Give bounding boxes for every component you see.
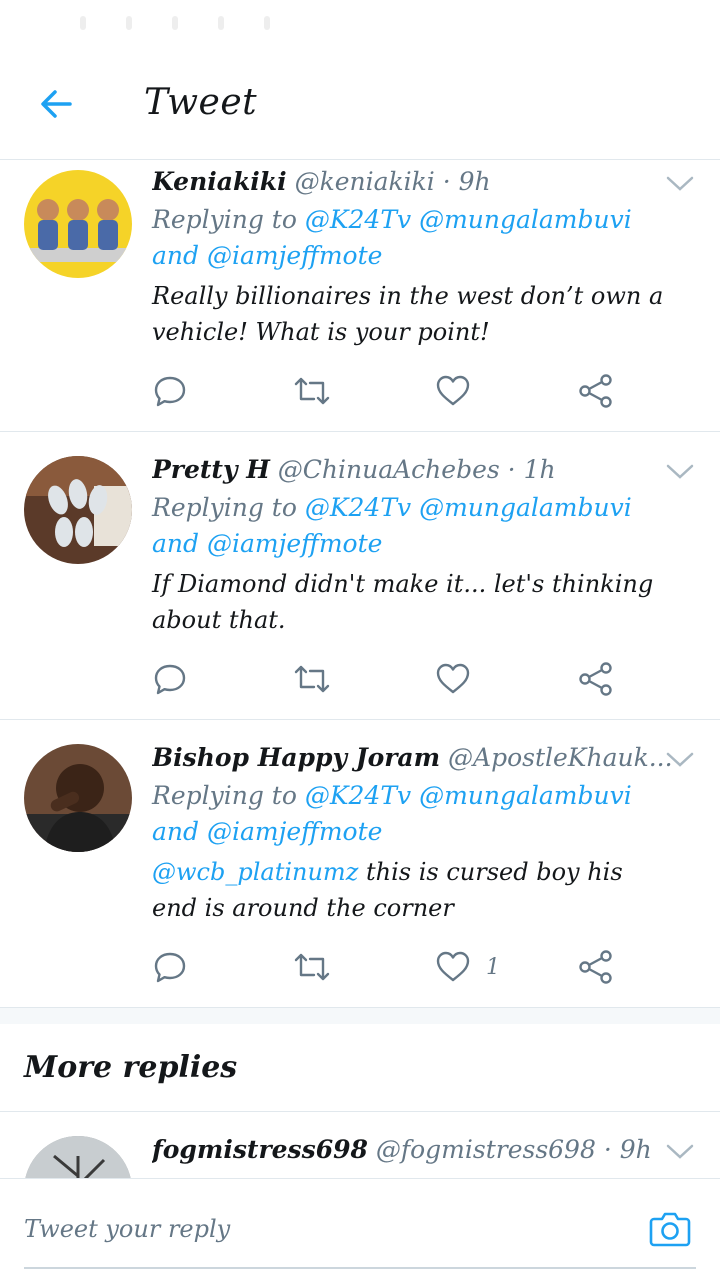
share-icon bbox=[579, 374, 612, 408]
avatar[interactable] bbox=[24, 744, 132, 852]
tweet-item[interactable]: fogmistress698 @fogmistress698 · 9h bbox=[0, 1112, 720, 1178]
share-button[interactable] bbox=[576, 368, 616, 414]
like-icon bbox=[436, 663, 470, 694]
retweet-icon bbox=[294, 953, 330, 981]
author-handle[interactable]: @fogmistress698 bbox=[376, 1135, 596, 1164]
reply-button[interactable] bbox=[152, 944, 188, 990]
tweet-body: Pretty H @ChinuaAchebes · 1h Replying to… bbox=[152, 452, 672, 638]
tweet-text: Really billionaires in the west don’t ow… bbox=[152, 282, 664, 346]
tweet-header: fogmistress698 @fogmistress698 · 9h bbox=[152, 1135, 652, 1164]
avatar[interactable] bbox=[24, 456, 132, 564]
author-handle[interactable]: @keniakiki bbox=[295, 167, 435, 196]
tweet-item[interactable]: Bishop Happy Joram @ApostleKhauk... · 9h… bbox=[0, 720, 720, 1008]
tweet-text: @wcb_platinumz this is cursed boy his en… bbox=[152, 858, 623, 922]
retweet-button[interactable] bbox=[292, 368, 332, 414]
mention-link[interactable]: @K24Tv bbox=[305, 493, 411, 522]
tweet-header: Pretty H @ChinuaAchebes · 1h bbox=[152, 455, 556, 484]
retweet-button[interactable] bbox=[292, 944, 332, 990]
tweet-time: 9h bbox=[458, 167, 491, 196]
retweet-icon bbox=[294, 665, 330, 693]
tweet-item[interactable]: Keniakiki @keniakiki · 9h Replying to @K… bbox=[0, 160, 720, 432]
mention-link[interactable]: @wcb_platinumz bbox=[152, 858, 358, 886]
reply-button[interactable] bbox=[152, 656, 188, 702]
reply-underline bbox=[24, 1267, 696, 1269]
reply-icon bbox=[154, 376, 186, 407]
status-bar bbox=[0, 0, 720, 48]
mention-link[interactable]: @mungalambuvi bbox=[419, 493, 632, 522]
more-replies-title: More replies bbox=[24, 1050, 238, 1085]
like-button[interactable] bbox=[434, 368, 486, 414]
tweet-actions bbox=[0, 368, 720, 414]
retweet-icon bbox=[294, 377, 330, 405]
like-icon bbox=[436, 951, 470, 982]
reply-input[interactable] bbox=[24, 1209, 584, 1249]
tweet-actions: 1 bbox=[0, 944, 720, 990]
author-name[interactable]: Pretty H bbox=[152, 455, 270, 484]
tweet-item[interactable]: Pretty H @ChinuaAchebes · 1h Replying to… bbox=[0, 432, 720, 720]
mention-link[interactable]: @mungalambuvi bbox=[419, 205, 632, 234]
retweet-button[interactable] bbox=[292, 656, 332, 702]
tweet-header: Keniakiki @keniakiki · 9h bbox=[152, 167, 491, 196]
mention-link[interactable]: @iamjeffmote bbox=[207, 241, 382, 270]
page-title: Tweet bbox=[144, 82, 258, 123]
share-button[interactable] bbox=[576, 656, 616, 702]
author-name[interactable]: fogmistress698 bbox=[152, 1135, 368, 1164]
back-arrow-icon bbox=[41, 90, 72, 118]
tweet-body: Keniakiki @keniakiki · 9h Replying to @K… bbox=[152, 164, 672, 350]
tweet-text: If Diamond didn't make it... let's think… bbox=[152, 570, 654, 634]
like-button[interactable]: 1 bbox=[434, 944, 500, 990]
camera-button[interactable] bbox=[648, 1209, 692, 1249]
share-button[interactable] bbox=[576, 944, 616, 990]
tweet-body: fogmistress698 @fogmistress698 · 9h bbox=[152, 1132, 672, 1168]
tweet-body: Bishop Happy Joram @ApostleKhauk... · 9h… bbox=[152, 740, 672, 926]
like-icon bbox=[436, 375, 470, 406]
chevron-down-icon[interactable] bbox=[664, 1140, 696, 1164]
author-name[interactable]: Bishop Happy Joram bbox=[152, 743, 440, 772]
camera-icon bbox=[649, 1212, 691, 1247]
chevron-down-icon[interactable] bbox=[664, 748, 696, 772]
tweet-header: Bishop Happy Joram @ApostleKhauk... · 9h bbox=[152, 740, 672, 776]
tweet-time: 1h bbox=[523, 455, 556, 484]
mention-link[interactable]: @K24Tv bbox=[305, 205, 411, 234]
avatar[interactable] bbox=[24, 170, 132, 278]
status-indicators bbox=[80, 16, 270, 30]
reply-icon bbox=[154, 952, 186, 983]
reply-icon bbox=[154, 664, 186, 695]
replying-to: Replying to @K24Tv @mungalambuvi and @ia… bbox=[152, 493, 632, 558]
mention-link[interactable]: @iamjeffmote bbox=[207, 817, 382, 846]
mention-link[interactable]: @K24Tv bbox=[305, 781, 411, 810]
chevron-down-icon[interactable] bbox=[664, 172, 696, 196]
share-icon bbox=[579, 662, 612, 696]
more-replies-header: More replies bbox=[0, 1024, 720, 1112]
reply-composer bbox=[0, 1178, 720, 1280]
tweet-actions bbox=[0, 656, 720, 702]
author-handle[interactable]: @ChinuaAchebes bbox=[278, 455, 500, 484]
replies-feed[interactable]: Keniakiki @keniakiki · 9h Replying to @K… bbox=[0, 160, 720, 1178]
app-header: Tweet bbox=[0, 48, 720, 160]
like-button[interactable] bbox=[434, 656, 486, 702]
back-button[interactable] bbox=[32, 80, 80, 128]
like-count: 1 bbox=[486, 954, 500, 980]
mention-link[interactable]: @mungalambuvi bbox=[419, 781, 632, 810]
tweet-time: 9h bbox=[619, 1135, 652, 1164]
reply-button[interactable] bbox=[152, 368, 188, 414]
share-icon bbox=[579, 950, 612, 984]
replying-to: Replying to @K24Tv @mungalambuvi and @ia… bbox=[152, 205, 632, 270]
author-name[interactable]: Keniakiki bbox=[152, 167, 287, 196]
author-handle[interactable]: @ApostleKhauk... bbox=[448, 743, 672, 772]
section-gap bbox=[0, 1008, 720, 1024]
replying-to: Replying to @K24Tv @mungalambuvi and @ia… bbox=[152, 781, 632, 846]
mention-link[interactable]: @iamjeffmote bbox=[207, 529, 382, 558]
avatar[interactable] bbox=[24, 1136, 132, 1178]
chevron-down-icon[interactable] bbox=[664, 460, 696, 484]
